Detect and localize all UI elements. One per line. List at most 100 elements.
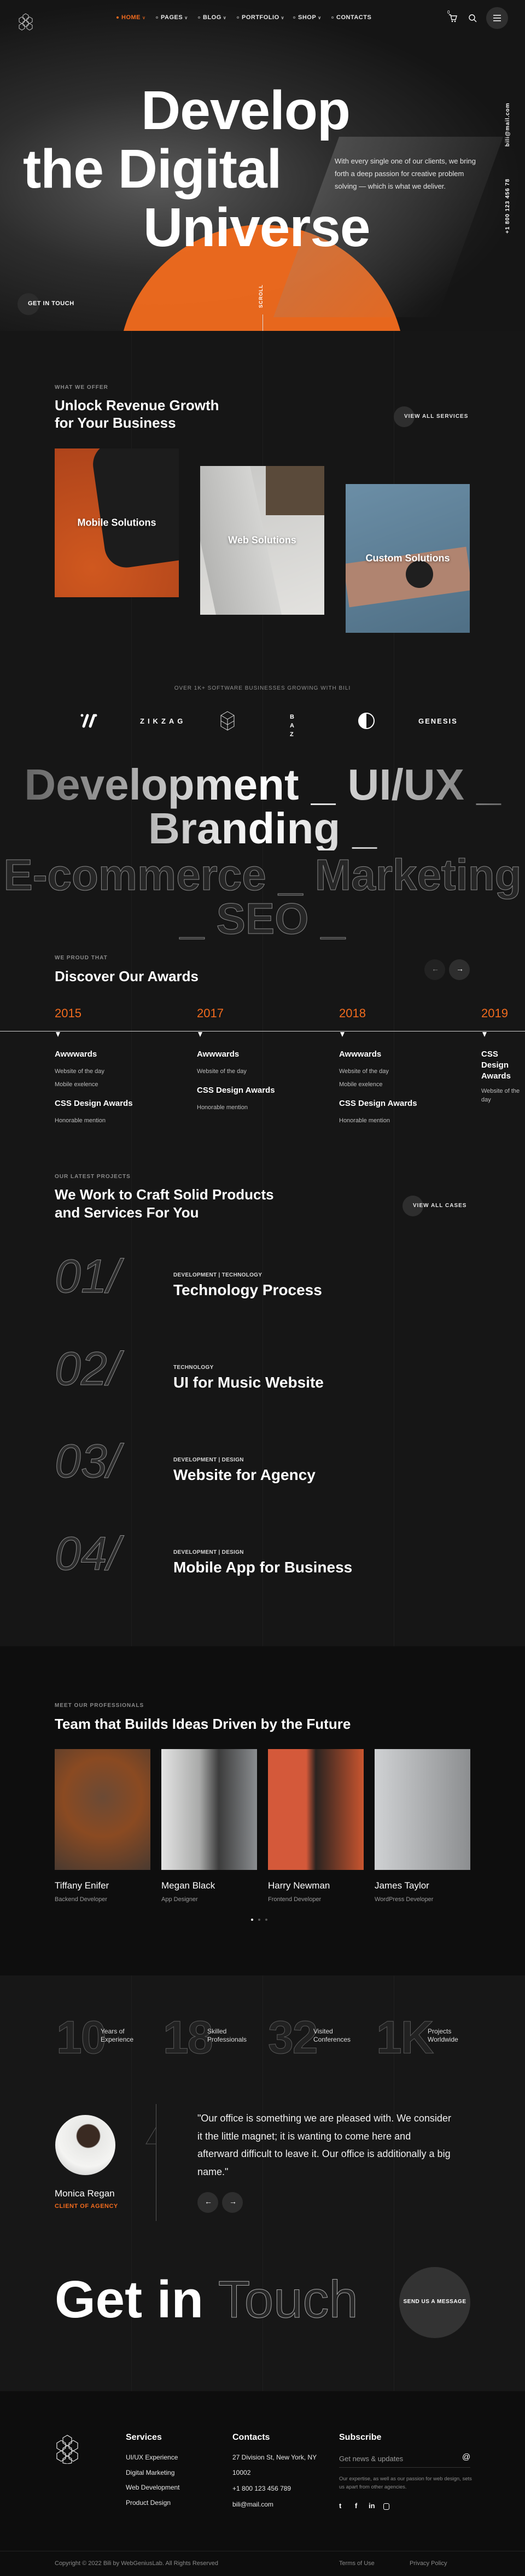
award-detail: Website of the day — [55, 1068, 104, 1075]
nav-item-contacts[interactable]: CONTACTS — [331, 14, 371, 21]
nav-item-label: SHOP — [298, 14, 317, 21]
search-icon[interactable] — [468, 14, 477, 22]
project-number: 01/ — [55, 1250, 121, 1303]
service-card-web[interactable]: Web Solutions — [200, 466, 324, 615]
linkedin-icon[interactable]: in — [369, 2502, 375, 2510]
footer-service-link[interactable]: Product Design — [126, 2499, 171, 2507]
project-title[interactable]: Mobile App for Business — [173, 1558, 352, 1577]
project-title[interactable]: Website for Agency — [173, 1466, 316, 1484]
project-number: 04/ — [55, 1528, 121, 1581]
hero-email[interactable]: bili@mail.com — [505, 102, 511, 147]
nav-item-pages[interactable]: PAGES ∨ — [156, 14, 188, 21]
nav-item-label: PORTFOLIO — [242, 14, 279, 21]
nav-dot — [293, 16, 295, 19]
send-message-button[interactable]: SEND US A MESSAGE — [399, 2267, 470, 2338]
project-title[interactable]: Technology Process — [173, 1281, 322, 1299]
privacy-link[interactable]: Privacy Policy — [410, 2560, 447, 2567]
chevron-down-icon: ∨ — [184, 15, 188, 20]
scroll-indicator[interactable]: SCROLL — [258, 284, 264, 308]
awards-eyebrow: WE PROUD THAT — [55, 955, 108, 961]
pagination-dot[interactable] — [265, 1919, 267, 1921]
phone-image-shape — [90, 448, 179, 570]
project-category: DEVELOPMENT | TECHNOLOGY — [173, 1272, 262, 1278]
awards-next-button[interactable]: → — [449, 959, 470, 980]
view-all-services-button[interactable]: VIEW ALL SERVICES — [404, 413, 468, 419]
team-member-name: James Taylor — [375, 1880, 429, 1891]
award-title: CSS Design Awards — [197, 1086, 275, 1095]
testimonial-next-button[interactable]: → — [222, 2192, 243, 2213]
baz-logo[interactable]: BAZ — [290, 713, 305, 739]
contact-title-solid: Get in — [55, 2270, 204, 2329]
subscribe-underline — [339, 2467, 470, 2468]
footer-service-link[interactable]: UI/UX Experience — [126, 2453, 178, 2461]
footer-service-link[interactable]: Web Development — [126, 2484, 180, 2491]
team-member-name: Harry Newman — [268, 1880, 330, 1891]
genesis-logo[interactable]: GENESIS — [418, 717, 458, 725]
nav-item-blog[interactable]: BLOG ∨ — [198, 14, 226, 21]
arrow-left-icon: ← — [205, 2197, 212, 2206]
view-all-cases-button[interactable]: VIEW ALL CASES — [413, 1203, 466, 1209]
project-item[interactable]: 01/DEVELOPMENT | TECHNOLOGY Technology Pr… — [55, 1250, 470, 1313]
award-group: Awwwards Website of the day — [197, 1049, 328, 1078]
service-card-mobile[interactable]: Mobile Solutions — [55, 448, 179, 597]
footer-logo-icon[interactable] — [54, 2434, 80, 2464]
project-item[interactable]: 04/DEVELOPMENT | DESIGN Mobile App for Bu… — [55, 1528, 470, 1590]
award-detail: Website of the day — [339, 1068, 389, 1075]
awards-title: Discover Our Awards — [55, 968, 199, 984]
testimonial-prev-button[interactable]: ← — [197, 2192, 218, 2213]
twitter-icon[interactable]: t — [339, 2502, 341, 2510]
cubes-logo-icon[interactable] — [218, 710, 237, 731]
stat-label-line: Visited — [313, 2027, 333, 2035]
stat-label: Skilled Professionals — [207, 2027, 247, 2044]
awards-prev-button[interactable]: ← — [424, 959, 445, 980]
nav-item-label: BLOG — [203, 14, 221, 21]
shirt-image-shape — [266, 466, 324, 515]
half-circle-logo-icon[interactable] — [358, 712, 375, 730]
nav-dot — [156, 16, 158, 19]
hero-phone[interactable]: +1 800 123 456 78 — [505, 178, 511, 234]
team-member-photo — [268, 1749, 364, 1870]
get-in-touch-button[interactable]: GET IN TOUCH — [28, 300, 74, 307]
cart-icon[interactable] — [448, 13, 457, 23]
project-title[interactable]: UI for Music Website — [173, 1373, 324, 1392]
menu-button[interactable] — [486, 7, 508, 29]
footer-service-link[interactable]: Digital Marketing — [126, 2469, 174, 2476]
award-group: CSS Design Awards Website of the day — [481, 1049, 522, 1104]
copyright: Copyright © 2022 Bili by WebGeniusLab. A… — [55, 2560, 218, 2567]
stat-value: 1K — [376, 2012, 434, 2063]
hero-description: With every single one of our clients, we… — [335, 157, 476, 190]
footer-contact-item[interactable]: +1 800 123 456 789 — [232, 2485, 291, 2492]
award-detail: Honorable mention — [339, 1117, 390, 1124]
pagination-dot[interactable] — [258, 1919, 260, 1921]
team-member-card[interactable]: Megan Black App Designer — [161, 1749, 257, 1903]
facebook-icon[interactable]: f — [355, 2502, 357, 2510]
project-item[interactable]: 03/DEVELOPMENT | DESIGN Website for Agenc… — [55, 1435, 470, 1497]
service-card-custom[interactable]: Custom Solutions — [346, 484, 470, 633]
team-member-card[interactable]: Harry Newman Frontend Developer — [268, 1749, 364, 1903]
award-column: CSS Design Awards Website of the day — [481, 1049, 522, 1111]
stripes-logo-icon[interactable] — [80, 713, 97, 728]
team-member-card[interactable]: Tiffany Enifer Backend Developer — [55, 1749, 150, 1903]
project-number: 02/ — [55, 1343, 121, 1396]
subscribe-email-input[interactable] — [339, 2452, 459, 2464]
stat-label-line: Professionals — [207, 2036, 247, 2043]
award-group: CSS Design Awards Honorable mention — [55, 1098, 186, 1127]
award-detail: Mobile exelence — [339, 1081, 383, 1088]
nav-item-home[interactable]: HOME ∨ — [116, 14, 145, 21]
terms-link[interactable]: Terms of Use — [339, 2560, 375, 2567]
team-member-card[interactable]: James Taylor WordPress Developer — [375, 1749, 470, 1903]
project-item[interactable]: 02/TECHNOLOGY UI for Music Website — [55, 1343, 470, 1405]
nav-item-shop[interactable]: SHOP ∨ — [293, 14, 322, 21]
instagram-icon[interactable] — [383, 2503, 389, 2510]
zikzag-logo[interactable]: ZIKZAG — [140, 717, 186, 725]
logo-icon[interactable] — [18, 13, 34, 31]
arrow-left-icon: ← — [431, 964, 439, 973]
award-group: Awwwards Website of the day Mobile exelenc… — [339, 1049, 470, 1091]
pagination-dot[interactable] — [251, 1919, 253, 1921]
subscribe-submit-icon[interactable]: @ — [462, 2452, 470, 2462]
stat-value: 10 — [56, 2012, 106, 2063]
stat-label-line: Conferences — [313, 2036, 351, 2043]
nav-item-portfolio[interactable]: PORTFOLIO ∨ — [237, 14, 284, 21]
award-year: 2018 — [339, 1006, 366, 1020]
footer-contact-item[interactable]: bili@mail.com — [232, 2501, 273, 2508]
